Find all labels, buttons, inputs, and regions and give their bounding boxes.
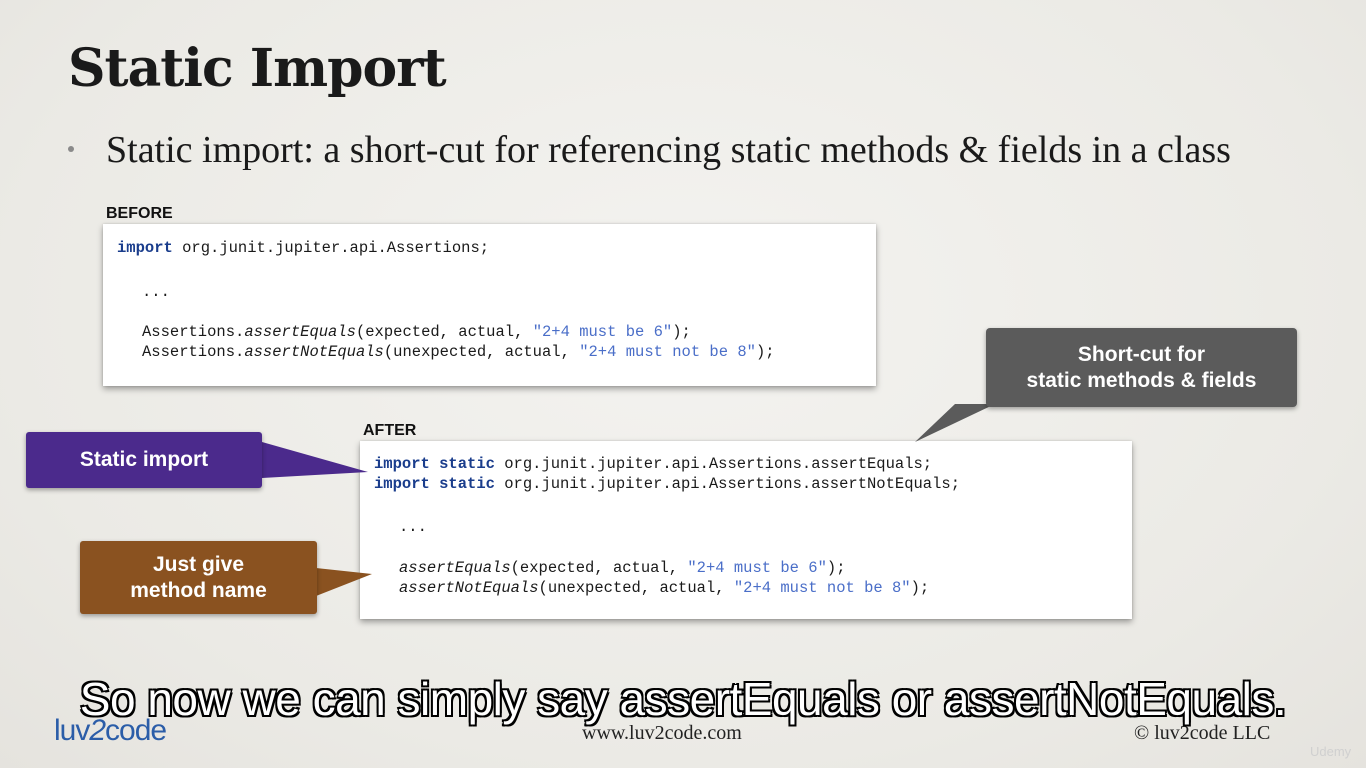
string-literal: "2+4 must not be 8" bbox=[733, 579, 911, 597]
after-code-line-1: import static org.junit.jupiter.api.Asse… bbox=[374, 454, 932, 474]
method-name: assertNotEquals bbox=[244, 343, 384, 361]
keyword: import bbox=[117, 239, 173, 257]
method-name: assertEquals bbox=[244, 323, 356, 341]
after-code-line-2: import static org.junit.jupiter.api.Asse… bbox=[374, 474, 960, 494]
shortcut-callout: Short-cut for static methods & fields bbox=[986, 328, 1297, 407]
code-text: (expected, actual, bbox=[510, 559, 688, 577]
code-text: (unexpected, actual, bbox=[538, 579, 734, 597]
before-code-line-2: ... bbox=[142, 283, 170, 301]
static-import-callout: Static import bbox=[26, 432, 262, 488]
code-text: Assertions. bbox=[142, 343, 245, 361]
method-name: assertNotEquals bbox=[399, 579, 539, 597]
code-text: ); bbox=[672, 323, 691, 341]
string-literal: "2+4 must be 6" bbox=[532, 323, 673, 341]
keyword: import bbox=[374, 475, 430, 493]
before-label: BEFORE bbox=[106, 205, 173, 222]
string-literal: "2+4 must not be 8" bbox=[579, 343, 756, 361]
keyword: static bbox=[439, 475, 495, 493]
code-text: (expected, actual, bbox=[355, 323, 533, 341]
method-name-callout-text: Just give method name bbox=[130, 552, 267, 602]
slide-title: Static Import bbox=[68, 38, 447, 99]
method-name: assertEquals bbox=[399, 559, 511, 577]
method-name-callout: Just give method name bbox=[80, 541, 317, 614]
after-code-line-5: assertNotEquals(unexpected, actual, "2+4… bbox=[399, 578, 929, 598]
code-text: org.junit.jupiter.api.Assertions; bbox=[172, 239, 490, 257]
bullet-dot bbox=[68, 146, 74, 152]
shortcut-pointer bbox=[915, 404, 995, 442]
after-label: AFTER bbox=[363, 422, 417, 439]
static-import-pointer bbox=[262, 442, 368, 478]
before-code-box: import org.junit.jupiter.api.Assertions;… bbox=[103, 224, 876, 386]
code-text: ); bbox=[755, 343, 775, 361]
before-code-line-4: Assertions.assertNotEquals(unexpected, a… bbox=[142, 342, 775, 362]
bullet-text: Static import: a short-cut for referenci… bbox=[106, 129, 1231, 171]
keyword: import bbox=[374, 455, 430, 473]
before-code-line-3: Assertions.assertEquals(expected, actual… bbox=[142, 322, 691, 342]
code-text: ); bbox=[826, 559, 846, 577]
before-code-line-1: import org.junit.jupiter.api.Assertions; bbox=[117, 238, 489, 258]
code-text: (unexpected, actual, bbox=[383, 343, 580, 361]
video-subtitle: So now we can simply say assertEquals or… bbox=[79, 672, 1288, 726]
udemy-watermark: Udemy bbox=[1310, 744, 1352, 759]
after-code-line-4: assertEquals(expected, actual, "2+4 must… bbox=[399, 558, 846, 578]
after-code-box: import static org.junit.jupiter.api.Asse… bbox=[360, 441, 1132, 619]
code-text: org.junit.jupiter.api.Assertions.assertE… bbox=[494, 455, 933, 473]
code-text: org.junit.jupiter.api.Assertions.assertN… bbox=[494, 475, 961, 493]
static-import-callout-text: Static import bbox=[79, 448, 209, 471]
string-literal: "2+4 must be 6" bbox=[687, 559, 827, 577]
after-code-line-3: ... bbox=[399, 518, 427, 536]
keyword: static bbox=[439, 455, 495, 473]
shortcut-callout-text: Short-cut for static methods & fields bbox=[1026, 342, 1257, 392]
code-text: ); bbox=[910, 579, 930, 597]
code-text: Assertions. bbox=[142, 323, 245, 341]
